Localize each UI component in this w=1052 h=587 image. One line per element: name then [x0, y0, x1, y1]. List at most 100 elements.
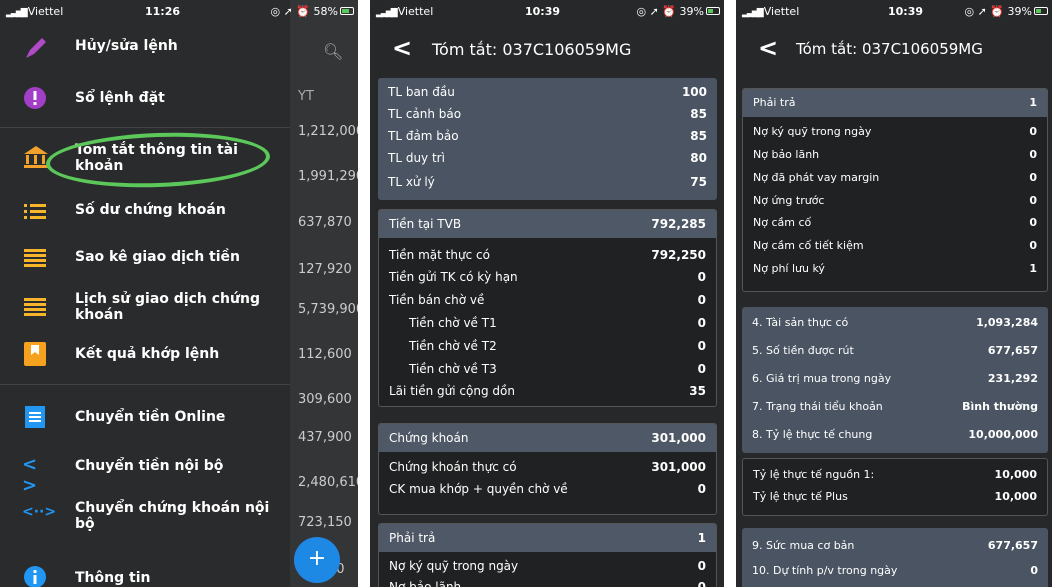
row-value: 0: [697, 339, 706, 353]
list-value: 723,150: [298, 515, 352, 530]
row-value: Bình thường: [962, 400, 1038, 413]
code-icon: < >: [22, 454, 38, 496]
list-value: 309,600: [298, 392, 352, 407]
search-icon[interactable]: 🔍︎: [323, 42, 343, 61]
row-label: Nợ phí lưu ký: [753, 262, 825, 275]
menu-item-online-transfer[interactable]: Chuyển tiền Online: [0, 400, 290, 434]
divider: [0, 127, 290, 128]
menu-label: Số dư chứng khoán: [75, 202, 226, 218]
row-label: Chứng khoán thực có: [389, 460, 517, 474]
menu-item-securities-balance[interactable]: Số dư chứng khoán: [0, 196, 290, 226]
battery-icon: [706, 7, 720, 15]
header-value: 792,285: [651, 217, 706, 231]
status-bar: ▂▃▅▇ Viettel 10:39 ◎ ➚ ⏰ 39%: [736, 0, 1052, 22]
card-header: Phải trả 1: [379, 524, 716, 552]
ratio-detail-card: Tỷ lệ thực tế nguồn 1: 10,000 Tỷ lệ thực …: [742, 458, 1048, 516]
signal-icon: ▂▃▅▇: [742, 8, 764, 18]
row-value: 0: [1029, 125, 1037, 138]
menu-label: Sao kê giao dịch tiền: [75, 249, 240, 265]
menu-item-match-result[interactable]: Kết quả khớp lệnh: [0, 338, 290, 370]
row-value: 0: [1029, 239, 1037, 252]
header-label: Tiền tại TVB: [389, 217, 462, 231]
row-label: 10. Dự tính p/v trong ngày: [752, 564, 898, 577]
bookmark-icon: [22, 341, 48, 367]
column-header: YT: [298, 89, 314, 104]
battery-percent: 58%: [313, 5, 338, 18]
row-label: Tỷ lệ thực tế nguồn 1:: [753, 468, 875, 481]
header-label: Chứng khoán: [389, 431, 469, 445]
row-value: 0: [1030, 564, 1038, 577]
row-value: 0: [697, 270, 706, 284]
menu-item-cancel-order[interactable]: Hủy/sửa lệnh: [0, 30, 290, 70]
row-label: Nợ đã phát vay margin: [753, 171, 880, 184]
info-icon: [22, 564, 48, 587]
row-label: Nợ cầm cố tiết kiệm: [753, 239, 864, 252]
header-value: 1: [697, 531, 706, 545]
signal-icon: ▂▃▅▇: [376, 8, 398, 18]
menu-label: Kết quả khớp lệnh: [75, 346, 220, 362]
row-label: Nợ ký quỹ trong ngày: [389, 559, 519, 573]
back-chevron-icon[interactable]: <: [758, 34, 778, 62]
page-title: Tóm tắt: 037C106059MG: [432, 40, 632, 59]
payables-card: Phải trả 1 Nợ ký quỹ trong ngày 0 Nợ bảo l…: [378, 523, 717, 587]
divider: [0, 384, 290, 385]
menu-item-order-book[interactable]: Sổ lệnh đặt: [0, 82, 290, 118]
row-label: Tiền chờ về T2: [409, 339, 497, 353]
transfer-icon: <··>: [22, 504, 57, 520]
battery-icon: [340, 7, 354, 15]
phone-summary-screen-1: ▂▃▅▇ Viettel 10:39 ◎ ➚ ⏰ 39% < Tóm tắt: 0…: [370, 0, 724, 587]
row-label: Tỷ lệ thực tế Plus: [753, 490, 848, 503]
row-value: 35: [689, 384, 706, 398]
header-label: Phải trả: [389, 531, 436, 545]
menu-item-internal-transfer[interactable]: < > Chuyển tiền nội bộ: [0, 452, 290, 496]
row-value: 0: [1029, 148, 1037, 161]
list-value: 2,480,610: [298, 475, 358, 490]
header-value: 301,000: [651, 431, 706, 445]
row-label: 5. Số tiền được rút: [752, 344, 854, 357]
clock: 10:39: [525, 5, 561, 18]
row-value: 792,250: [651, 248, 706, 262]
list-value: 5,739,900: [298, 302, 358, 317]
nav-bar: < Tóm tắt: 037C106059MG: [370, 22, 724, 74]
menu-label: Hủy/sửa lệnh: [75, 38, 178, 54]
carrier: ▂▃▅▇ Viettel: [6, 5, 63, 18]
row-value: 0: [1029, 216, 1037, 229]
row-value: 10,000: [994, 468, 1037, 481]
row-label: TL đảm bảo: [388, 129, 459, 143]
phone-menu-screen: ▂▃▅▇ Viettel 11:26 ◎ ➚ ⏰ 58% 🔍︎ YT 1,212,…: [0, 0, 358, 587]
carrier-label: Viettel: [27, 5, 64, 18]
card-header: Phải trả 1: [743, 89, 1047, 117]
menu-item-cash-statement[interactable]: Sao kê giao dịch tiền: [0, 243, 290, 273]
row-value: 85: [690, 107, 707, 121]
list-icon: [22, 198, 48, 224]
menu-item-securities-history[interactable]: Lịch sử giao dịch chứng khoán: [0, 287, 290, 327]
battery-percent: 39%: [1007, 5, 1032, 18]
add-fab-button[interactable]: +: [294, 537, 340, 583]
row-value: 0: [697, 362, 706, 376]
row-label: TL ban đầu: [388, 85, 455, 99]
lines-icon: [22, 294, 48, 320]
row-label: Nợ bảo lãnh: [389, 580, 462, 587]
row-value: 1,093,284: [976, 316, 1038, 329]
carrier-label: Viettel: [397, 5, 434, 18]
status-right: ◎ ➚ ⏰ 39%: [636, 5, 704, 18]
menu-item-securities-transfer[interactable]: <··> Chuyển chứng khoán nội bộ: [0, 496, 290, 536]
battery-icon: [1034, 7, 1048, 15]
row-value: 677,657: [987, 344, 1038, 357]
row-value: 0: [697, 580, 706, 587]
back-chevron-icon[interactable]: <: [392, 34, 412, 62]
clock: 10:39: [888, 5, 924, 18]
menu-item-info[interactable]: Thông tin: [0, 562, 290, 587]
list-value: 1,212,000: [298, 124, 358, 139]
row-value: 0: [697, 293, 706, 307]
bank-icon: [22, 144, 48, 170]
row-label: 6. Giá trị mua trong ngày: [752, 372, 892, 385]
row-value: 0: [697, 316, 706, 330]
row-label: Nợ ký quỹ trong ngày: [753, 125, 872, 138]
signal-icon: ▂▃▅▇: [6, 8, 28, 18]
carrier: ▂▃▅▇ Viettel: [376, 5, 433, 18]
row-value: 10,000,000: [968, 428, 1038, 441]
row-label: 9. Sức mua cơ bản: [752, 539, 855, 552]
clock: 11:26: [145, 5, 181, 18]
row-label: Tiền chờ về T1: [409, 316, 497, 330]
